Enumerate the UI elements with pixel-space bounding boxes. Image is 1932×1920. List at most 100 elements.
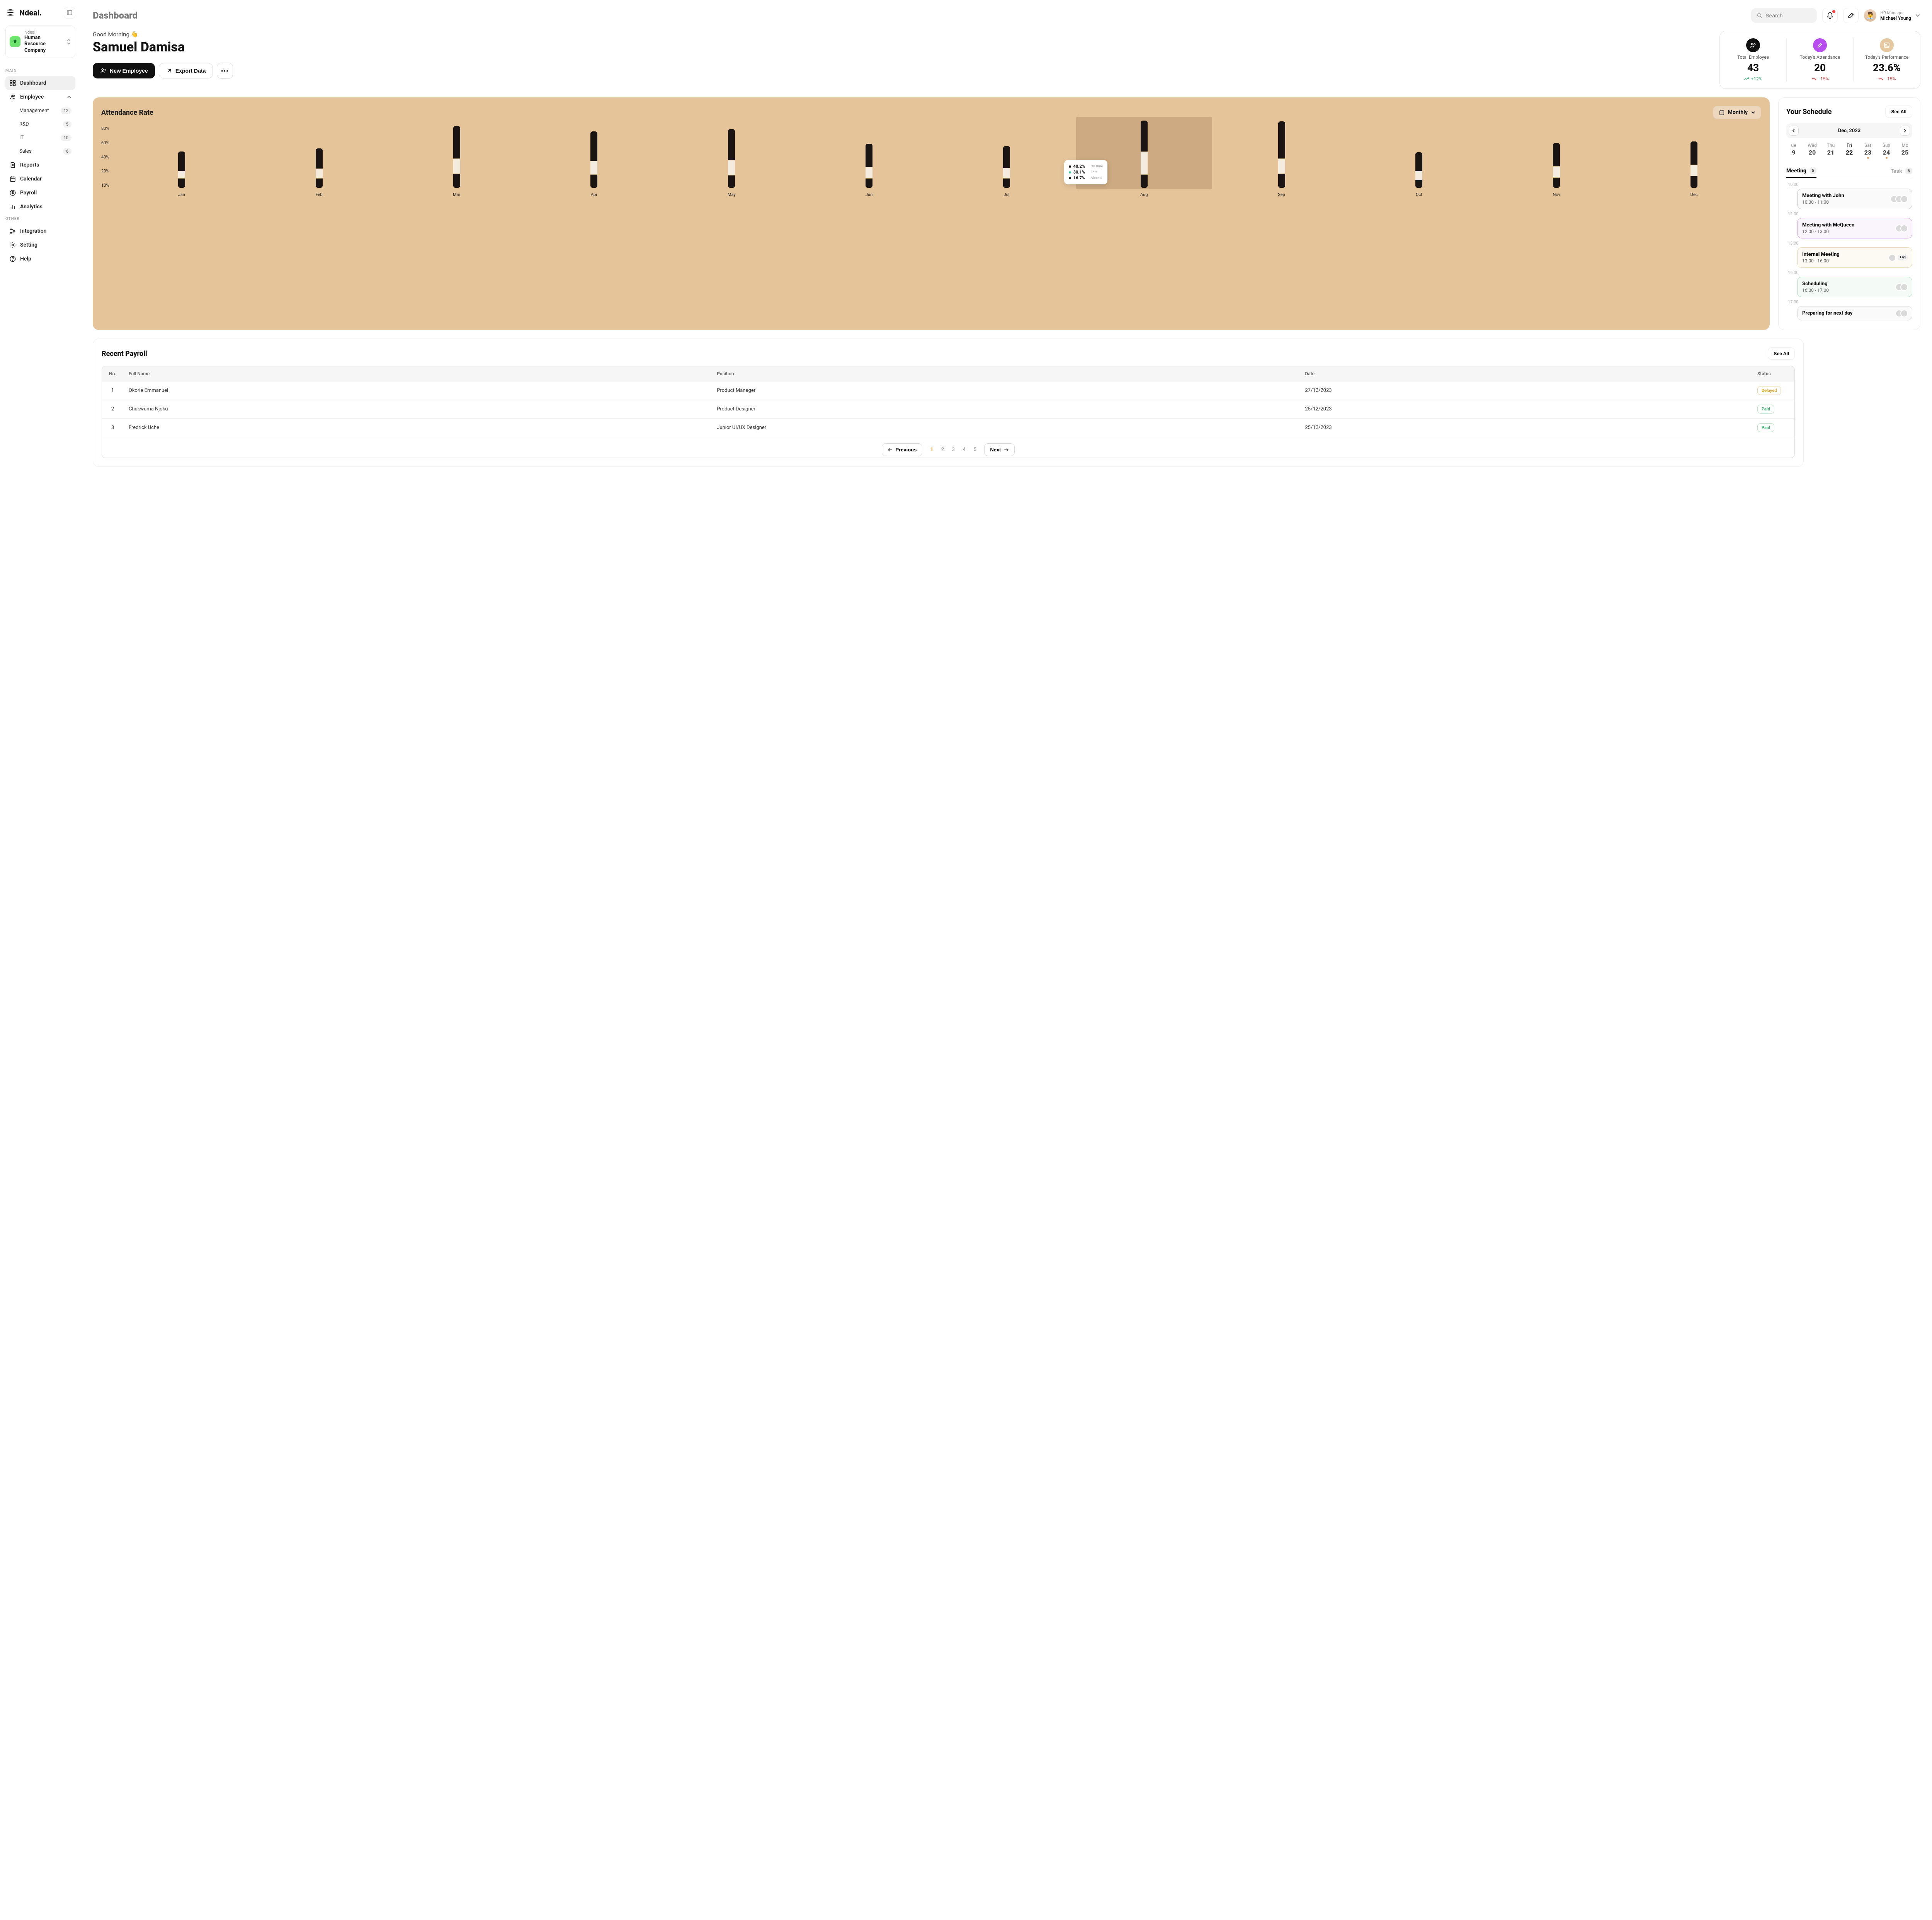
- nav-calendar-label: Calendar: [20, 176, 42, 182]
- pager-page[interactable]: 4: [959, 447, 969, 453]
- month-label: Dec, 2023: [1838, 128, 1861, 134]
- chart-bar[interactable]: Sep: [1214, 121, 1349, 188]
- sub-item-management[interactable]: Management12: [9, 104, 75, 117]
- payroll-table-head: No. Full Name Position Date Status: [102, 366, 1794, 381]
- file-icon: [9, 162, 16, 169]
- user-menu[interactable]: 👨‍💼 HR Manager Michael Young: [1864, 9, 1920, 22]
- stat-performance: Today's Performance 23.6% - 15%: [1854, 38, 1920, 82]
- grid-icon: [9, 80, 16, 87]
- nav-integration[interactable]: Integration: [5, 224, 75, 238]
- calendar-day[interactable]: Thu21: [1823, 143, 1838, 159]
- schedule-event[interactable]: Meeting with McQueen12:00 - 13:00: [1797, 218, 1912, 238]
- search-input[interactable]: [1765, 12, 1811, 19]
- user-plus-icon: [100, 67, 107, 74]
- pager-page[interactable]: 1: [926, 447, 937, 453]
- nav-analytics[interactable]: Analytics: [5, 200, 75, 214]
- chart-bar[interactable]: Apr: [527, 131, 661, 188]
- calendar-icon: [1719, 109, 1725, 116]
- calendar-day[interactable]: Wed20: [1805, 143, 1820, 159]
- stat-total-employee: Total Employee 43 +12%: [1720, 38, 1787, 82]
- chart-bar[interactable]: Jun: [802, 144, 936, 188]
- prev-month-button[interactable]: [1789, 126, 1799, 136]
- nav-dashboard[interactable]: Dashboard: [5, 76, 75, 90]
- notifications-button[interactable]: [1822, 8, 1838, 23]
- attendance-chart-card: Attendance Rate Monthly 80%60%40%20%10% …: [93, 97, 1770, 330]
- brand-text: Ndeal.: [19, 8, 42, 17]
- pager-next[interactable]: Next: [984, 443, 1014, 456]
- sub-item-rd[interactable]: R&D5: [9, 117, 75, 131]
- payroll-row[interactable]: 1Okorie EmmanuelProduct Manager27/12/202…: [102, 381, 1794, 400]
- calendar-day[interactable]: Sun24: [1879, 143, 1894, 159]
- chart-bar[interactable]: Feb: [252, 148, 386, 188]
- pager-page[interactable]: 3: [948, 447, 959, 453]
- event-avatars: [1898, 310, 1908, 317]
- chart-bar[interactable]: Dec: [1627, 141, 1761, 188]
- nav-calendar[interactable]: Calendar: [5, 172, 75, 186]
- next-month-button[interactable]: [1900, 126, 1910, 136]
- chart-bar[interactable]: Nov: [1489, 143, 1624, 188]
- tab-meeting[interactable]: Meeting5: [1786, 164, 1816, 178]
- payroll-row[interactable]: 2Chukwuma NjokuProduct Designer25/12/202…: [102, 400, 1794, 418]
- company-switcher[interactable]: Ndeal Human Resource Company: [5, 26, 75, 58]
- pager-prev[interactable]: Previous: [882, 443, 922, 456]
- nav-help[interactable]: Help: [5, 252, 75, 266]
- calendar-day[interactable]: ue9: [1786, 143, 1801, 159]
- sub-item-it[interactable]: IT10: [9, 131, 75, 145]
- chart-y-axis: 80%60%40%20%10%: [101, 126, 114, 188]
- chart-bar[interactable]: Oct: [1352, 152, 1486, 188]
- chart-bar[interactable]: Jul: [939, 146, 1074, 188]
- user-name: Michael Young: [1880, 15, 1911, 21]
- schedule-event[interactable]: Meeting with John10:00 - 11:00: [1797, 189, 1912, 209]
- payroll-row[interactable]: 3Fredrick UcheJunior UI/UX Designer25/12…: [102, 418, 1794, 437]
- tab-task[interactable]: Task6: [1891, 165, 1912, 177]
- brand: Ndeal.: [5, 8, 42, 18]
- sidebar-collapse-button[interactable]: [64, 7, 75, 19]
- payroll-card: Recent Payroll See All No. Full Name Pos…: [93, 339, 1804, 467]
- chevron-updown-icon: [66, 39, 71, 45]
- chevron-down-icon: [1751, 110, 1755, 115]
- calendar-day[interactable]: Mo25: [1898, 143, 1912, 159]
- stats-card: Total Employee 43 +12% Today's Attendanc…: [1719, 31, 1920, 89]
- payroll-title: Recent Payroll: [102, 350, 147, 358]
- search-box[interactable]: [1751, 8, 1817, 23]
- pen-icon: [1813, 38, 1827, 52]
- chevron-down-icon: [1915, 13, 1920, 18]
- image-icon: [1880, 38, 1894, 52]
- nav-reports[interactable]: Reports: [5, 158, 75, 172]
- dollar-icon: [9, 189, 16, 196]
- month-nav: Dec, 2023: [1786, 123, 1912, 138]
- stat-delta-up: +12%: [1744, 76, 1762, 82]
- edit-icon: [1847, 12, 1855, 19]
- schedule-see-all[interactable]: See All: [1885, 106, 1912, 118]
- chart-bar[interactable]: Jan: [114, 151, 249, 188]
- schedule-event[interactable]: Internal Meeting13:00 - 16:00+41: [1797, 247, 1912, 268]
- payroll-see-all[interactable]: See All: [1768, 347, 1795, 360]
- schedule-event[interactable]: Scheduling16:00 - 17:00: [1797, 277, 1912, 297]
- schedule-title: Your Schedule: [1786, 108, 1832, 116]
- chart-bar[interactable]: Mar: [389, 126, 524, 188]
- calendar-icon: [9, 175, 16, 182]
- nav-payroll[interactable]: Payroll: [5, 186, 75, 200]
- stat-attendance: Today's Attendance 20 - 15%: [1787, 38, 1854, 82]
- company-name: Human Resource Company: [24, 35, 63, 54]
- nodes-icon: [9, 228, 16, 235]
- payroll-pager: Previous 12345 Next: [102, 437, 1794, 458]
- chart-period-select[interactable]: Monthly: [1713, 106, 1761, 119]
- pager-page[interactable]: 2: [937, 447, 948, 453]
- schedule-event[interactable]: Preparing for next day: [1797, 306, 1912, 320]
- compose-button[interactable]: [1843, 8, 1859, 23]
- new-employee-button[interactable]: New Employee: [93, 63, 155, 78]
- calendar-day[interactable]: Sat23: [1861, 143, 1875, 159]
- more-actions-button[interactable]: •••: [217, 63, 233, 79]
- greeting-name: Samuel Damisa: [93, 39, 1711, 55]
- sub-item-sales[interactable]: Sales6: [9, 145, 75, 158]
- users-icon: [9, 94, 16, 100]
- nav-employee[interactable]: Employee: [5, 90, 75, 104]
- schedule-card: Your Schedule See All Dec, 2023 ue9 Wed20…: [1778, 97, 1920, 330]
- nav-setting[interactable]: Setting: [5, 238, 75, 252]
- export-data-button[interactable]: Export Data: [159, 63, 213, 78]
- pager-page[interactable]: 5: [969, 447, 980, 453]
- calendar-day[interactable]: Fri22: [1842, 143, 1857, 159]
- chart-bar[interactable]: May: [664, 129, 799, 188]
- event-avatars: [1893, 195, 1908, 203]
